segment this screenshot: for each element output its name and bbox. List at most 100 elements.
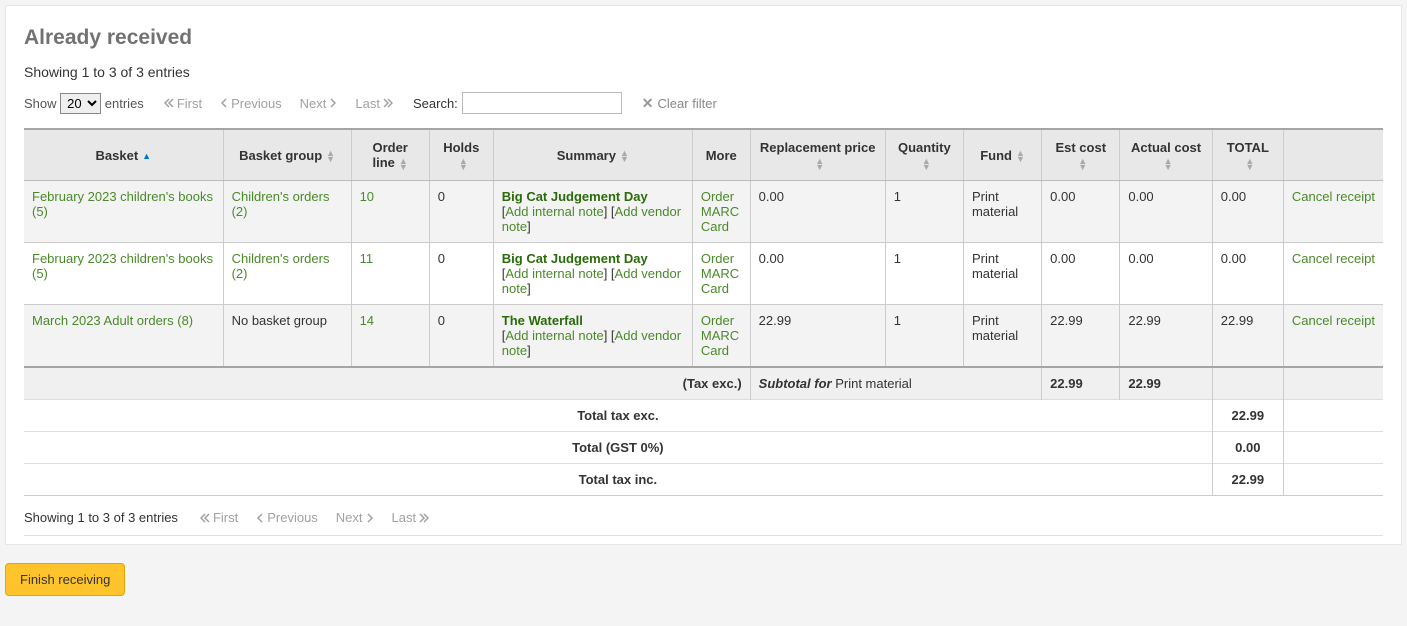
sort-desc-icon: ▼ [459,164,468,170]
entries-suffix: entries [105,96,144,111]
quantity-value: 1 [894,313,901,328]
total-tax-inc-row: Total tax inc. 22.99 [24,464,1383,496]
more-marc-link[interactable]: MARC [701,266,739,281]
basket-group-link[interactable]: Children's orders (2) [232,251,330,281]
more-card-link[interactable]: Card [701,281,729,296]
est-cost-value: 0.00 [1050,189,1075,204]
sort-desc-icon: ▼ [326,156,335,162]
basket-link[interactable]: February 2023 children's books (5) [32,189,213,219]
chevron-left-icon [256,513,264,523]
page-length-select[interactable]: 20 [60,93,101,114]
col-quantity[interactable]: Quantity▲▼ [885,129,963,181]
sort-desc-icon: ▼ [1164,164,1173,170]
first-link[interactable]: First [164,96,202,111]
col-replacement-price[interactable]: Replacement price▲▼ [750,129,885,181]
col-actual-cost[interactable]: Actual cost▲▼ [1120,129,1212,181]
finish-receiving-button[interactable]: Finish receiving [5,563,125,596]
next-link-bottom[interactable]: Next [336,510,374,525]
order-line-link[interactable]: 11 [360,251,374,266]
col-est-cost[interactable]: Est cost▲▼ [1042,129,1120,181]
entries-info-top: Showing 1 to 3 of 3 entries [24,64,1383,80]
holds-value: 0 [438,251,445,266]
last-link[interactable]: Last [355,96,393,111]
basket-link[interactable]: February 2023 children's books (5) [32,251,213,281]
order-line-link[interactable]: 10 [360,189,374,204]
search-input[interactable] [462,92,622,114]
more-order-link[interactable]: Order [701,251,734,266]
cancel-receipt-link[interactable]: Cancel receipt [1292,313,1375,328]
sort-desc-icon: ▼ [1245,164,1254,170]
first-link-bottom[interactable]: First [200,510,238,525]
pager-top: First Previous Next Last [164,96,393,111]
close-icon: ✕ [642,95,654,112]
table-toolbar: Show 20 entries First Previous Next Last [24,92,1383,114]
col-basket[interactable]: Basket▲ [24,129,223,181]
subtotal-for-cell: Subtotal for Print material [750,367,1042,400]
more-marc-link[interactable]: MARC [701,204,739,219]
holds-value: 0 [438,313,445,328]
est-cost-value: 22.99 [1050,313,1083,328]
item-title-link[interactable]: The Waterfall [502,313,583,328]
total-tax-inc-label: Total tax inc. [24,464,1212,496]
total-gst-label: Total (GST 0%) [24,432,1212,464]
more-order-link[interactable]: Order [701,189,734,204]
cancel-receipt-link[interactable]: Cancel receipt [1292,251,1375,266]
page-title: Already received [24,26,1383,50]
col-summary[interactable]: Summary▲▼ [493,129,692,181]
col-holds[interactable]: Holds▲▼ [429,129,493,181]
replacement-price-value: 0.00 [759,251,784,266]
previous-link[interactable]: Previous [220,96,282,111]
add-internal-note-link[interactable]: Add internal note [505,328,603,343]
search-label: Search: [413,96,458,111]
item-title-link[interactable]: Big Cat Judgement Day [502,189,648,204]
double-chevron-right-icon [419,513,429,523]
actual-cost-value: 0.00 [1128,251,1153,266]
total-tax-inc-value: 22.99 [1212,464,1283,496]
total-tax-exc-value: 22.99 [1212,400,1283,432]
more-card-link[interactable]: Card [701,219,729,234]
more-marc-link[interactable]: MARC [701,328,739,343]
actual-cost-value: 22.99 [1128,313,1161,328]
order-line-link[interactable]: 14 [360,313,374,328]
double-chevron-left-icon [200,513,210,523]
sort-desc-icon: ▼ [1078,164,1087,170]
total-value: 22.99 [1221,313,1254,328]
col-order-line[interactable]: Order line▲▼ [351,129,429,181]
basket-group-link[interactable]: Children's orders (2) [232,189,330,219]
total-value: 0.00 [1221,251,1246,266]
more-card-link[interactable]: Card [701,343,729,358]
fund-value: Print material [972,251,1018,281]
double-chevron-left-icon [164,98,174,108]
col-actions [1283,129,1383,181]
col-basket-group[interactable]: Basket group▲▼ [223,129,351,181]
total-tax-exc-row: Total tax exc. 22.99 [24,400,1383,432]
last-link-bottom[interactable]: Last [392,510,430,525]
col-total[interactable]: TOTAL▲▼ [1212,129,1283,181]
total-gst-value: 0.00 [1212,432,1283,464]
chevron-left-icon [220,98,228,108]
subtotal-est: 22.99 [1042,367,1120,400]
add-internal-note-link[interactable]: Add internal note [505,204,603,219]
add-internal-note-link[interactable]: Add internal note [505,266,603,281]
clear-filter-link[interactable]: ✕ Clear filter [642,95,717,112]
subtotal-blank1 [1212,367,1283,400]
subtotal-actual: 22.99 [1120,367,1212,400]
more-order-link[interactable]: Order [701,313,734,328]
previous-link-bottom[interactable]: Previous [256,510,318,525]
cancel-receipt-link[interactable]: Cancel receipt [1292,189,1375,204]
est-cost-value: 0.00 [1050,251,1075,266]
entries-info-bottom: Showing 1 to 3 of 3 entries [24,510,178,525]
chevron-right-icon [366,513,374,523]
bottom-bar: Showing 1 to 3 of 3 entries First Previo… [24,510,1383,536]
table-row: February 2023 children's books (5) Childr… [24,181,1383,243]
holds-value: 0 [438,189,445,204]
next-link[interactable]: Next [300,96,338,111]
fund-value: Print material [972,313,1018,343]
item-title-link[interactable]: Big Cat Judgement Day [502,251,648,266]
double-chevron-right-icon [383,98,393,108]
basket-link[interactable]: March 2023 Adult orders (8) [32,313,193,328]
col-fund[interactable]: Fund▲▼ [963,129,1041,181]
sort-desc-icon: ▼ [815,164,824,170]
sort-desc-icon: ▼ [399,164,408,170]
sort-asc-icon: ▲ [142,153,151,159]
